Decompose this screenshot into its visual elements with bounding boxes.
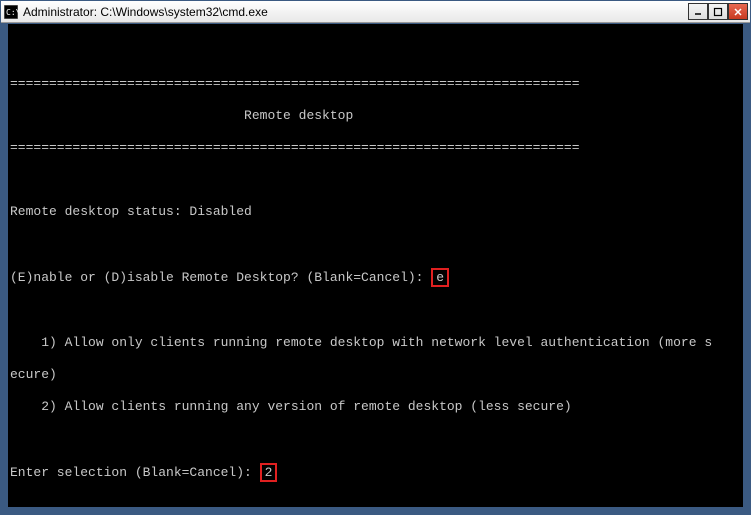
window-title: Administrator: C:\Windows\system32\cmd.e… xyxy=(23,5,688,19)
maximize-button[interactable] xyxy=(708,3,728,20)
user-input-highlight: e xyxy=(431,268,449,287)
blank-line xyxy=(10,303,743,319)
option-1-wrap: ecure) xyxy=(10,367,743,383)
window-controls xyxy=(688,3,748,20)
option-2-line: 2) Allow clients running any version of … xyxy=(10,399,743,415)
cmd-icon: C:\ xyxy=(3,4,19,20)
blank-line xyxy=(10,172,743,188)
divider-line: ========================================… xyxy=(10,76,743,92)
blank-line xyxy=(10,431,743,447)
cmd-window: C:\ Administrator: C:\Windows\system32\c… xyxy=(0,0,751,515)
user-input-highlight: 2 xyxy=(260,463,278,482)
blank-line xyxy=(10,236,743,252)
divider-line: ========================================… xyxy=(10,140,743,156)
prompt-text: Enter selection (Blank=Cancel): xyxy=(10,465,260,480)
header-line: Remote desktop xyxy=(10,108,743,124)
prompt-text: (E)nable or (D)isable Remote Desktop? (B… xyxy=(10,270,431,285)
prompt-selection: Enter selection (Blank=Cancel): 2 xyxy=(10,463,743,482)
option-1-line: 1) Allow only clients running remote des… xyxy=(10,335,743,351)
status-line: Remote desktop status: Disabled xyxy=(10,204,743,220)
terminal-output[interactable]: ========================================… xyxy=(1,23,750,514)
titlebar[interactable]: C:\ Administrator: C:\Windows\system32\c… xyxy=(1,1,750,23)
svg-text:C:\: C:\ xyxy=(6,8,18,17)
close-button[interactable] xyxy=(728,3,748,20)
blank-line xyxy=(10,44,743,60)
prompt-enable-disable: (E)nable or (D)isable Remote Desktop? (B… xyxy=(10,268,743,287)
minimize-button[interactable] xyxy=(688,3,708,20)
